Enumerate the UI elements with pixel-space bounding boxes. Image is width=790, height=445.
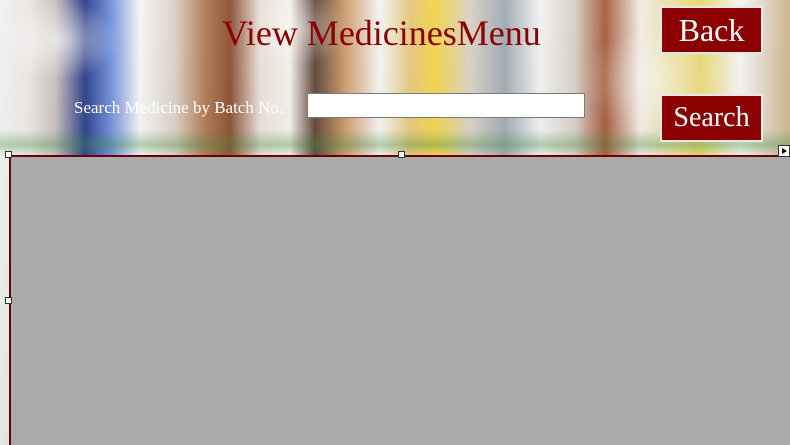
- search-button[interactable]: Search: [660, 94, 763, 142]
- resize-handle-top-middle[interactable]: [398, 151, 405, 158]
- back-button[interactable]: Back: [660, 6, 763, 54]
- search-label: Search Medicine by Batch No.: [74, 98, 284, 117]
- batch-number-input[interactable]: [307, 93, 585, 118]
- medicines-data-grid[interactable]: [9, 155, 790, 445]
- page-title: View MedicinesMenu: [222, 13, 541, 53]
- resize-handle-middle-left[interactable]: [5, 297, 12, 304]
- resize-handle-top-left[interactable]: [5, 151, 12, 158]
- smart-tag-arrow-icon[interactable]: [778, 145, 790, 157]
